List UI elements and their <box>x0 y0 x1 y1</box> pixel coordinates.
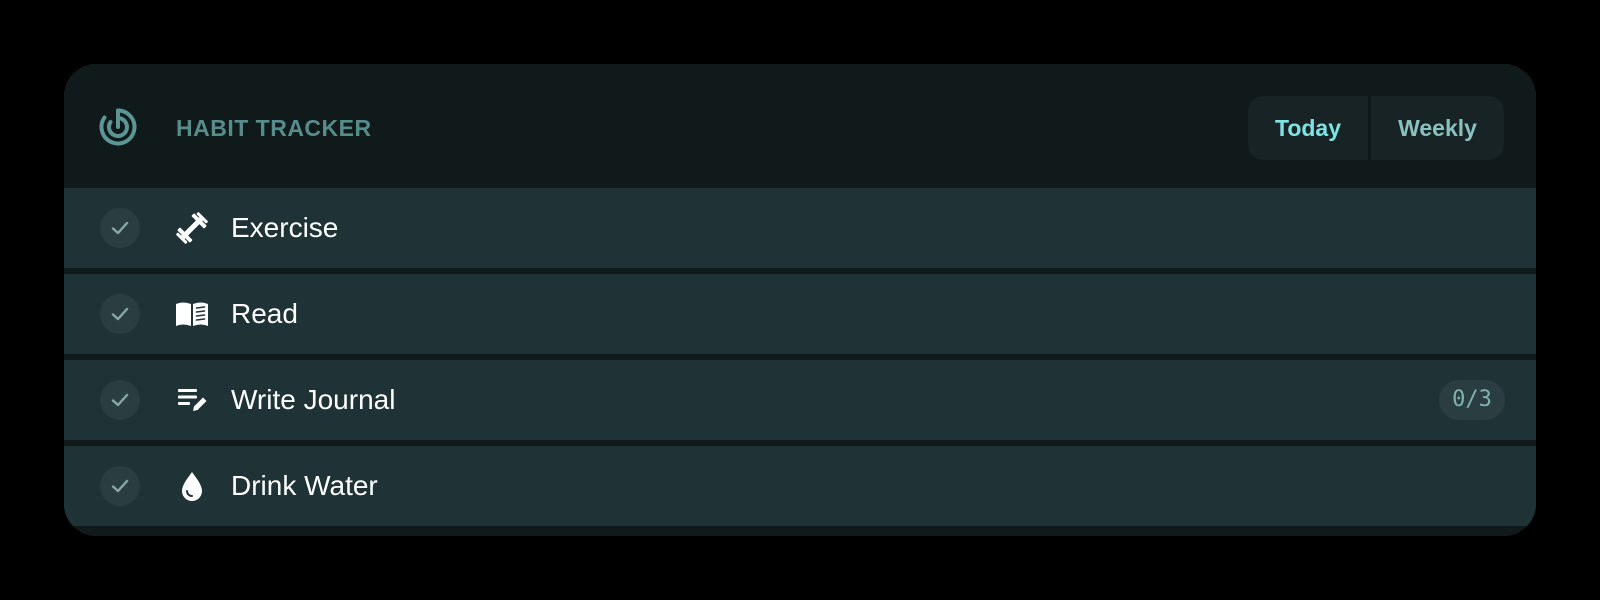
check-icon <box>111 393 129 407</box>
app-title: HABIT TRACKER <box>176 115 372 141</box>
habit-tracker-card: HABIT TRACKER Today Weekly Exercise Read… <box>64 64 1536 536</box>
habit-checkbox[interactable] <box>100 208 140 248</box>
habit-checkbox[interactable] <box>100 466 140 506</box>
header: HABIT TRACKER Today Weekly <box>64 64 1536 192</box>
tab-weekly[interactable]: Weekly <box>1371 96 1504 160</box>
check-icon <box>111 221 129 235</box>
habit-label: Exercise <box>231 212 339 243</box>
habit-row-drink-water[interactable]: Drink Water <box>64 446 1536 526</box>
habit-row-read[interactable]: Read <box>64 274 1536 354</box>
water-drop-icon <box>182 472 202 501</box>
habit-label: Write Journal <box>231 384 396 415</box>
tab-today[interactable]: Today <box>1248 96 1368 160</box>
view-toggle: Today Weekly <box>1248 96 1504 160</box>
progress-counter: 0/3 <box>1439 380 1505 420</box>
edit-note-icon <box>178 389 207 411</box>
check-icon <box>111 479 129 493</box>
book-icon <box>176 302 208 326</box>
check-icon <box>111 307 129 321</box>
target-icon <box>99 108 137 146</box>
habit-row-write-journal[interactable]: Write Journal 0/3 <box>64 360 1536 440</box>
habit-checkbox[interactable] <box>100 294 140 334</box>
habit-label: Read <box>231 298 298 329</box>
habit-label: Drink Water <box>231 470 378 501</box>
habit-checkbox[interactable] <box>100 380 140 420</box>
dumbbell-icon <box>176 212 208 244</box>
habit-row-exercise[interactable]: Exercise <box>64 188 1536 268</box>
